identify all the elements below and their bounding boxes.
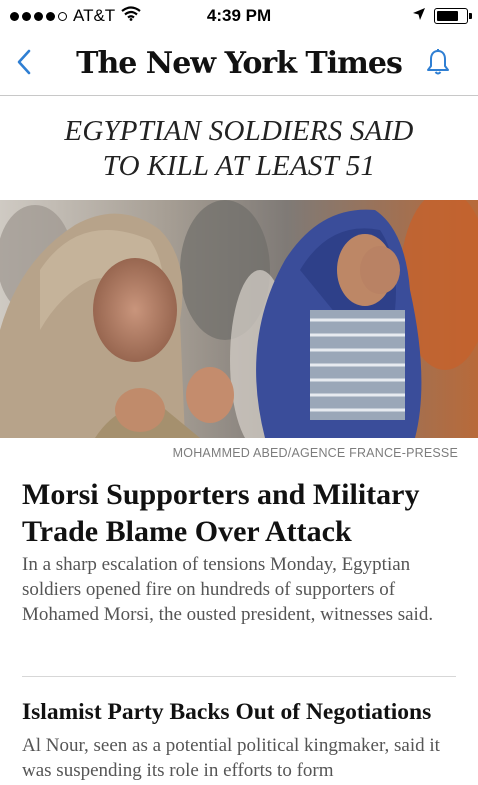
chevron-left-icon [17,49,31,75]
photo-credit: MOHAMMED ABED/AGENCE FRANCE-PRESSE [172,446,458,460]
lead-story-summary[interactable]: In a sharp escalation of tensions Monday… [22,552,452,627]
nav-bar: The New York Times [0,32,478,96]
status-right [412,6,472,26]
back-button[interactable] [12,46,36,78]
wifi-icon [121,6,141,26]
kicker-text: EGYPTIAN SOLDIERS SAID TO KILL AT LEAST 5… [0,114,478,184]
location-arrow-icon [412,6,426,26]
status-left: AT&T [10,6,141,26]
status-bar: AT&T 4:39 PM [0,0,478,32]
battery-icon [434,8,472,24]
lead-story-headline[interactable]: Morsi Supporters and Military Trade Blam… [22,476,462,550]
nyt-masthead-logo: The New York Times [76,46,403,81]
second-story-headline[interactable]: Islamist Party Backs Out of Negotiations [22,697,431,727]
battery-fill [437,11,458,21]
story-divider [22,676,456,677]
photo-illustration [0,200,478,438]
carrier-label: AT&T [73,6,116,25]
kicker-line-1: EGYPTIAN SOLDIERS SAID [64,115,414,147]
notifications-button[interactable] [424,46,452,78]
lead-story-photo[interactable] [0,200,478,438]
second-story-summary[interactable]: Al Nour, seen as a potential political k… [22,733,452,783]
top-story-kicker[interactable]: EGYPTIAN SOLDIERS SAID TO KILL AT LEAST 5… [0,114,478,184]
kicker-line-2: TO KILL AT LEAST 51 [102,150,376,182]
signal-strength-icon [10,11,67,21]
status-time: 4:39 PM [206,6,272,25]
bell-icon [427,49,449,75]
